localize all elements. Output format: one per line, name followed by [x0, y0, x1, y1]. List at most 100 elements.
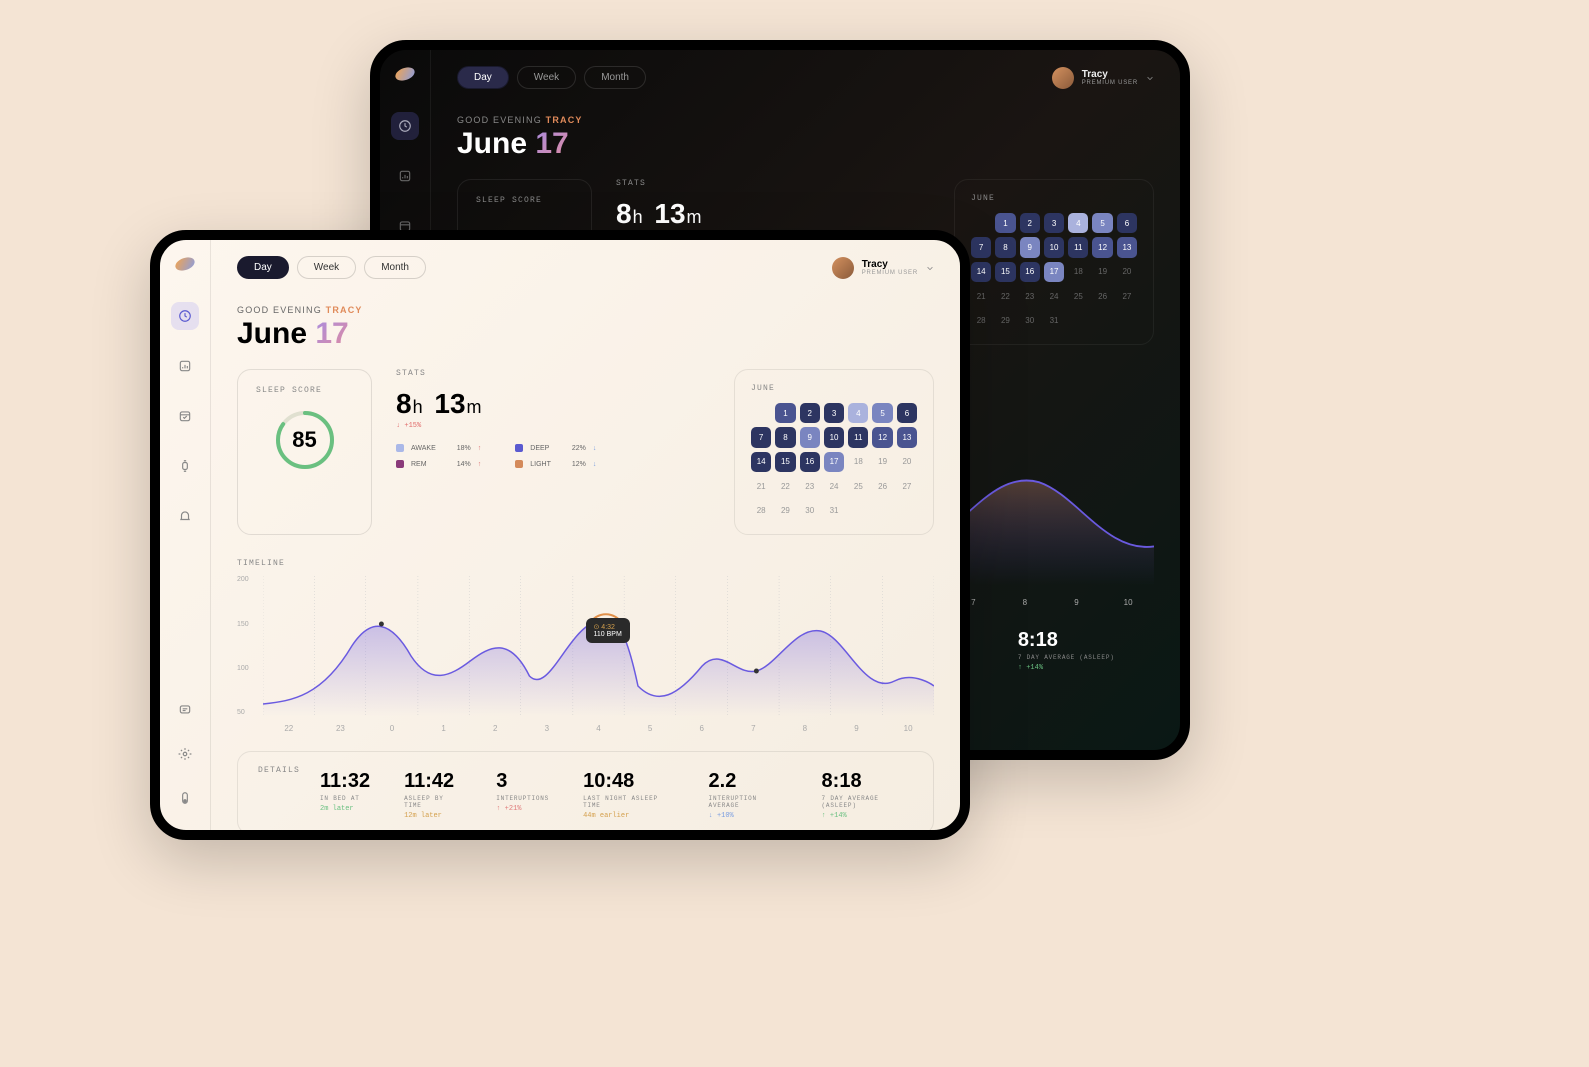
calendar-day[interactable]: 23 [800, 476, 820, 496]
nav-stats-icon[interactable] [391, 162, 419, 190]
calendar-day[interactable]: 17 [1044, 262, 1064, 282]
score-label: SLEEP SCORE [256, 386, 353, 395]
theme-toggle[interactable] [171, 784, 199, 812]
calendar-day[interactable]: 6 [1117, 213, 1137, 233]
calendar-day[interactable]: 14 [751, 452, 771, 472]
calendar-day[interactable]: 21 [751, 476, 771, 496]
calendar-day[interactable]: 28 [971, 310, 991, 330]
calendar-day[interactable]: 29 [775, 500, 795, 520]
calendar-day[interactable]: 23 [1020, 286, 1040, 306]
calendar-day[interactable]: 24 [1044, 286, 1064, 306]
greeting: GOOD EVENING TRACY [457, 115, 1154, 125]
calendar-day[interactable]: 11 [848, 427, 868, 447]
calendar-day[interactable]: 14 [971, 262, 991, 282]
calendar-day[interactable]: 27 [897, 476, 917, 496]
calendar-day[interactable]: 5 [872, 403, 892, 423]
timeline-section: TIMELINE 20015010050 [237, 559, 934, 733]
tab-week[interactable]: Week [517, 66, 576, 89]
nav-dashboard-icon[interactable] [171, 302, 199, 330]
nav-chat-icon[interactable] [171, 696, 199, 724]
details-label: DETAILS [258, 766, 300, 775]
calendar-day[interactable]: 8 [775, 427, 795, 447]
calendar-day[interactable]: 7 [971, 237, 991, 257]
duration-delta: ↓ +15% [396, 422, 710, 430]
calendar-day[interactable]: 15 [995, 262, 1015, 282]
calendar-day[interactable]: 12 [872, 427, 892, 447]
calendar-day[interactable]: 27 [1117, 286, 1137, 306]
stats-label: STATS [616, 179, 930, 188]
detail-note: ↑ +14% [1018, 664, 1115, 672]
calendar-day[interactable]: 22 [995, 286, 1015, 306]
detail-note: 12m later [404, 812, 462, 820]
tab-day[interactable]: Day [457, 66, 509, 89]
calendar-day[interactable]: 20 [1117, 262, 1137, 282]
tab-week[interactable]: Week [297, 256, 356, 279]
calendar-day[interactable]: 4 [848, 403, 868, 423]
user-menu[interactable]: Tracy PREMIUM USER [1052, 67, 1154, 89]
calendar-day[interactable]: 30 [800, 500, 820, 520]
legend-deep: DEEP22%↓ [515, 444, 596, 452]
calendar-day[interactable]: 1 [995, 213, 1015, 233]
calendar-title: JUNE [751, 384, 917, 393]
calendar-day[interactable]: 16 [800, 452, 820, 472]
calendar-day[interactable]: 3 [1044, 213, 1064, 233]
calendar-day[interactable]: 2 [1020, 213, 1040, 233]
calendar-day[interactable]: 31 [824, 500, 844, 520]
calendar-day[interactable]: 24 [824, 476, 844, 496]
calendar-day[interactable]: 15 [775, 452, 795, 472]
calendar-day[interactable]: 2 [800, 403, 820, 423]
calendar-day[interactable]: 7 [751, 427, 771, 447]
calendar-day[interactable]: 19 [1092, 262, 1112, 282]
detail-sub: IN BED AT [320, 795, 370, 802]
time-range-tabs: Day Week Month [237, 256, 426, 279]
calendar-day[interactable]: 25 [1068, 286, 1088, 306]
calendar-day[interactable]: 21 [971, 286, 991, 306]
calendar-day[interactable]: 18 [848, 452, 868, 472]
calendar-day[interactable]: 18 [1068, 262, 1088, 282]
tab-month[interactable]: Month [584, 66, 646, 89]
timeline-chart: 20015010050 ⊙ 4:32 110 B [237, 576, 934, 716]
calendar-day[interactable]: 12 [1092, 237, 1112, 257]
calendar-day[interactable]: 9 [800, 427, 820, 447]
detail-value: 8:18 [822, 770, 913, 793]
calendar-day[interactable]: 8 [995, 237, 1015, 257]
detail-item: 10:48LAST NIGHT ASLEEP TIME44m earlier [583, 766, 674, 820]
calendar-day[interactable]: 13 [1117, 237, 1137, 257]
detail-value: 2.2 [709, 770, 788, 793]
calendar-day[interactable]: 10 [824, 427, 844, 447]
calendar-day[interactable]: 11 [1068, 237, 1088, 257]
tab-month[interactable]: Month [364, 256, 426, 279]
calendar-day[interactable]: 28 [751, 500, 771, 520]
calendar-day[interactable]: 9 [1020, 237, 1040, 257]
nav-dashboard-icon[interactable] [391, 112, 419, 140]
calendar-day[interactable]: 19 [872, 452, 892, 472]
calendar-day[interactable]: 31 [1044, 310, 1064, 330]
user-menu[interactable]: Tracy PREMIUM USER [832, 257, 934, 279]
nav-settings-icon[interactable] [171, 740, 199, 768]
calendar-day[interactable]: 10 [1044, 237, 1064, 257]
nav-watch-icon[interactable] [171, 452, 199, 480]
calendar-day[interactable]: 5 [1092, 213, 1112, 233]
calendar-day[interactable]: 26 [1092, 286, 1112, 306]
calendar-day[interactable]: 1 [775, 403, 795, 423]
nav-stats-icon[interactable] [171, 352, 199, 380]
nav-calendar-icon[interactable] [171, 402, 199, 430]
calendar-day[interactable]: 3 [824, 403, 844, 423]
calendar-day[interactable]: 25 [848, 476, 868, 496]
calendar-day[interactable]: 20 [897, 452, 917, 472]
stats-block: STATS 8h 13m ↓ +15% AWAKE18%↑ REM14%↑ DE… [396, 369, 710, 535]
detail-item: 11:32IN BED AT2m later [320, 766, 370, 820]
calendar-day[interactable]: 4 [1068, 213, 1088, 233]
nav-bell-icon[interactable] [171, 502, 199, 530]
calendar-day[interactable]: 13 [897, 427, 917, 447]
calendar-day[interactable]: 6 [897, 403, 917, 423]
calendar-day[interactable]: 16 [1020, 262, 1040, 282]
calendar-day[interactable]: 26 [872, 476, 892, 496]
calendar-day[interactable]: 17 [824, 452, 844, 472]
time-range-tabs: Day Week Month [457, 66, 646, 89]
sidebar [160, 240, 210, 830]
calendar-day[interactable]: 29 [995, 310, 1015, 330]
tab-day[interactable]: Day [237, 256, 289, 279]
calendar-day[interactable]: 30 [1020, 310, 1040, 330]
calendar-day[interactable]: 22 [775, 476, 795, 496]
